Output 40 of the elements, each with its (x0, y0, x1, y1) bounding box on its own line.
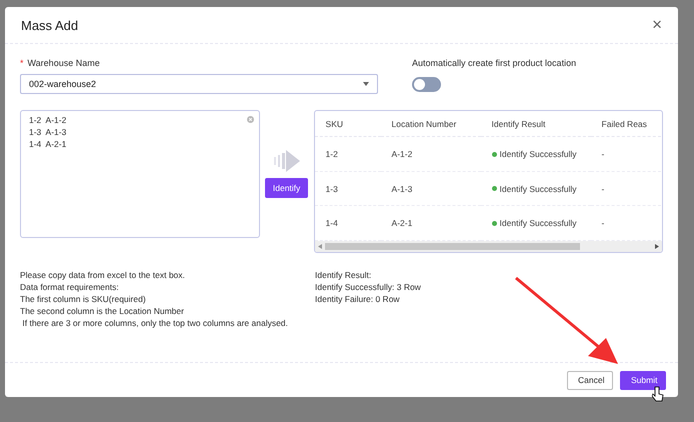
status-text: Identify Successfully (500, 218, 577, 228)
instruction-text: The second column is the Location Number (20, 305, 185, 317)
identify-button[interactable]: Identify (264, 178, 308, 198)
status-dot (492, 220, 497, 226)
close-button[interactable]: × (650, 15, 664, 35)
scroll-right-icon[interactable] (654, 244, 659, 249)
column-header: Identify Result (480, 111, 591, 137)
submit-button[interactable]: Submit (620, 370, 666, 390)
warehouse-select[interactable]: 002-warehouse2 (20, 74, 378, 94)
status-dot (492, 186, 497, 191)
summary-text: Identity Failure: 0 Row (315, 293, 401, 305)
table-cell: A-1-2 (380, 138, 481, 172)
cancel-button[interactable]: Cancel (567, 370, 613, 390)
column-header: Location Number (380, 111, 481, 137)
column-header: Failed Reas (590, 111, 661, 137)
status-dot (492, 152, 497, 156)
scroll-left-icon[interactable] (318, 244, 322, 249)
clear-icon[interactable] (246, 116, 254, 123)
dialog-title: Mass Add (21, 18, 78, 32)
auto-location-label: Automatically create first product location (412, 58, 576, 68)
table-cell: - (590, 172, 661, 206)
summary-text: Identify Successfully: 3 Row (315, 281, 422, 293)
arrow-icon (274, 150, 300, 172)
status-text: Identify Successfully (500, 184, 577, 194)
instruction-text: The first column is SKU(required) (20, 293, 147, 305)
data-input-field[interactable]: 1-2 A-1-2 1-3 A-1-3 1-4 A-2-1 (20, 110, 260, 238)
instruction-text: Data format requirements: (20, 281, 120, 293)
column-header: SKU (314, 111, 381, 137)
table-cell: A-1-3 (380, 172, 481, 206)
warehouse-label: * Warehouse Name (20, 58, 101, 68)
instruction-text: If there are 3 or more columns, only the top two columns are analysed. (21, 317, 289, 329)
summary-text: Identify Result: (315, 269, 372, 281)
table-cell: 1-3 (314, 172, 381, 206)
auto-location-toggle[interactable] (412, 77, 441, 92)
instruction-text: Please copy data from excel to the text box. (20, 269, 186, 281)
caret-icon[interactable] (363, 82, 369, 86)
table-cell: - (590, 138, 661, 172)
table-cell: 1-2 (314, 138, 381, 172)
status-text: Identify Successfully (500, 149, 577, 159)
horizontal-scrollbar[interactable] (314, 241, 662, 252)
